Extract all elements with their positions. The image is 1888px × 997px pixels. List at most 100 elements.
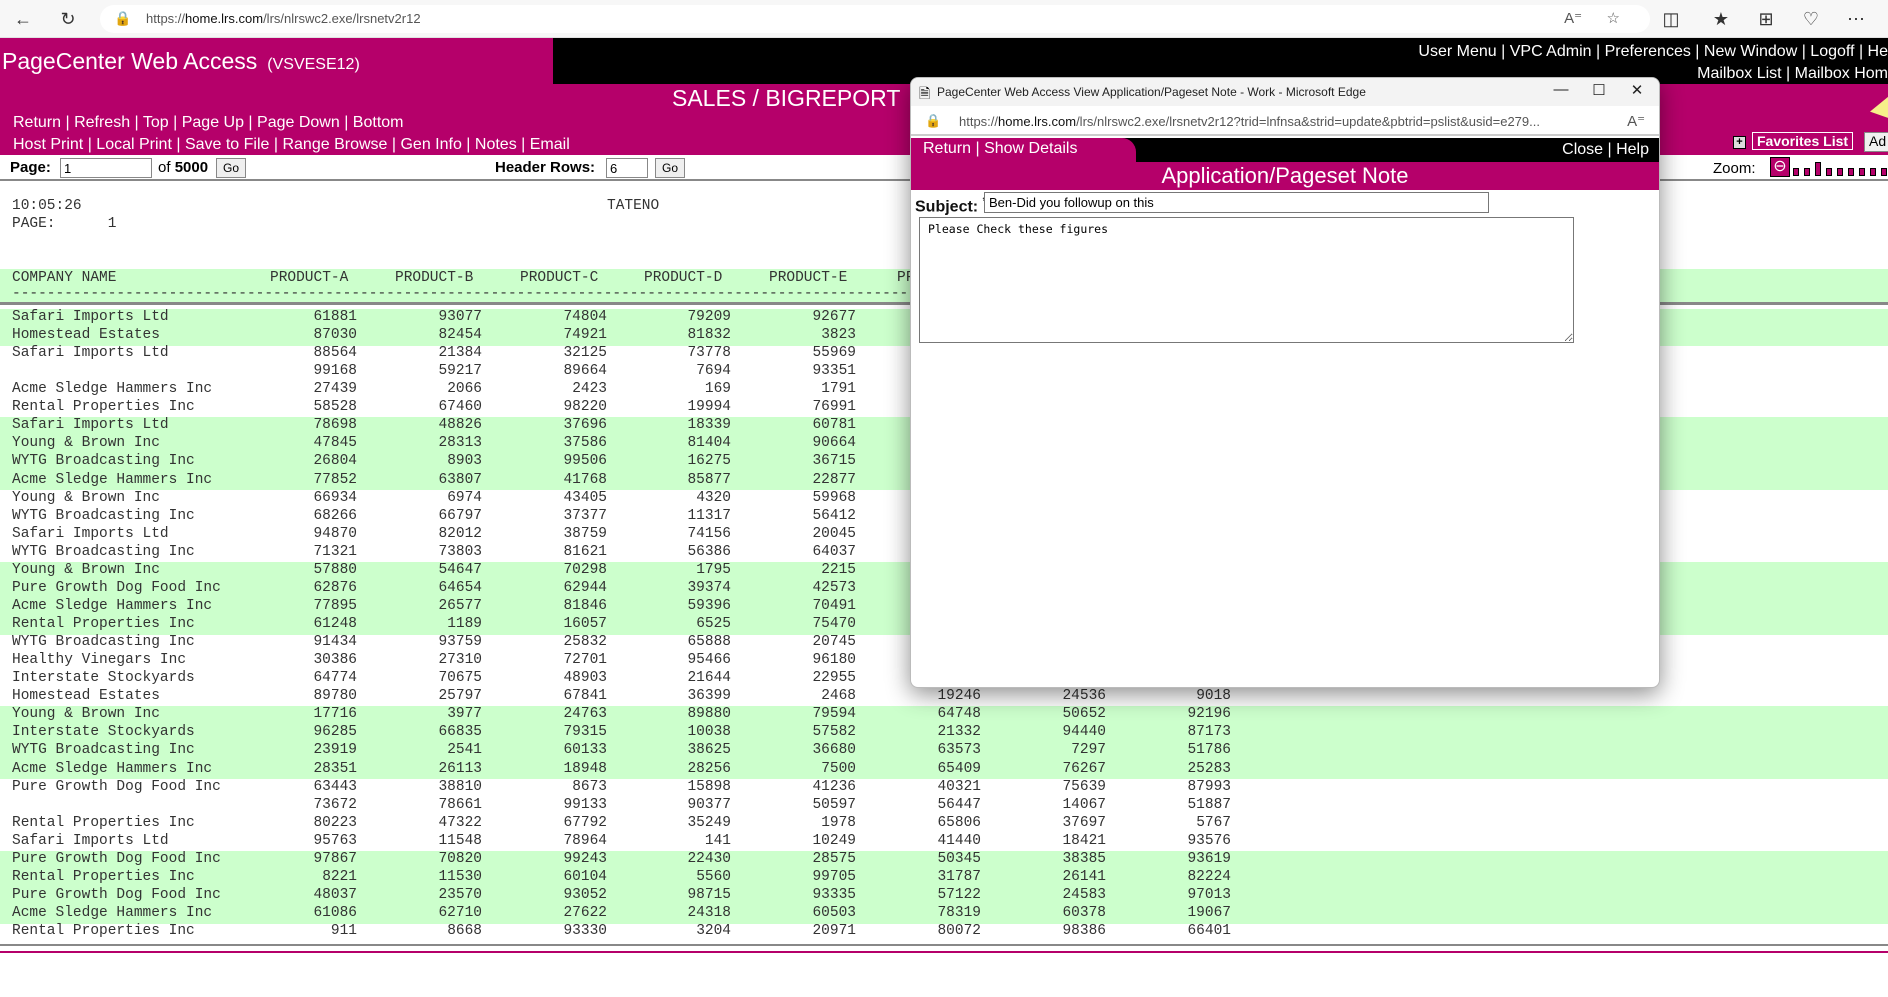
- top-link-user-menu[interactable]: User Menu: [1418, 43, 1496, 60]
- value-cell: 93759: [438, 634, 482, 651]
- help-link[interactable]: Help: [1616, 141, 1649, 158]
- show-details-link[interactable]: Show Details: [984, 140, 1077, 157]
- add-button[interactable]: Ad: [1864, 132, 1888, 152]
- top-link-vpc-admin[interactable]: VPC Admin: [1510, 43, 1592, 60]
- lock-icon[interactable]: 🔒: [925, 113, 941, 129]
- browser-essentials-icon[interactable]: ♡: [1800, 8, 1822, 30]
- zoom-level-bar[interactable]: [1881, 168, 1887, 176]
- value-cell: 51887: [1187, 796, 1231, 813]
- value-cell: 62876: [313, 579, 357, 596]
- value-cell: 3823: [821, 327, 856, 344]
- zoom-level-bar[interactable]: [1848, 168, 1854, 176]
- split-screen-icon[interactable]: ◫: [1660, 8, 1682, 30]
- more-icon[interactable]: ⋯: [1845, 8, 1867, 30]
- page-input[interactable]: [60, 158, 152, 178]
- value-cell: 78964: [563, 832, 607, 849]
- top-link-preferences[interactable]: Preferences: [1605, 43, 1691, 60]
- zoom-level-bar[interactable]: [1804, 168, 1810, 176]
- page-go-button[interactable]: Go: [216, 158, 246, 178]
- zoom-level-bar[interactable]: [1870, 168, 1876, 176]
- value-cell: 25283: [1187, 760, 1231, 777]
- value-cell: 93619: [1187, 850, 1231, 867]
- value-cell: 43405: [563, 489, 607, 506]
- popup-titlebar[interactable]: 🗎 PageCenter Web Access View Application…: [911, 78, 1659, 106]
- value-cell: 38385: [1062, 850, 1106, 867]
- subject-input[interactable]: [984, 192, 1489, 213]
- value-cell: 8903: [447, 453, 482, 470]
- value-cell: 8673: [572, 778, 607, 795]
- value-cell: 17716: [313, 706, 357, 723]
- nav-link-notes[interactable]: Notes: [475, 136, 517, 153]
- value-cell: 80223: [313, 814, 357, 831]
- value-cell: 19067: [1187, 904, 1231, 921]
- favorite-star-icon[interactable]: ☆: [1607, 9, 1620, 27]
- header-rows-go-button[interactable]: Go: [655, 158, 685, 178]
- value-cell: 66797: [438, 507, 482, 524]
- favorites-list-link[interactable]: Favorites List: [1752, 132, 1854, 150]
- value-cell: 40321: [937, 778, 981, 795]
- value-cell: 21384: [438, 345, 482, 362]
- value-cell: 19994: [687, 399, 731, 416]
- zoom-out-icon[interactable]: ⊖: [1770, 157, 1790, 177]
- nav-link-page-down[interactable]: Page Down: [257, 114, 340, 131]
- zoom-level-bar[interactable]: [1826, 168, 1832, 176]
- value-cell: 60503: [812, 904, 856, 921]
- nav-link-host-print[interactable]: Host Print: [13, 136, 83, 153]
- nav-link-local-print[interactable]: Local Print: [96, 136, 172, 153]
- favorites-list[interactable]: + Favorites List: [1733, 132, 1854, 150]
- close-link[interactable]: Close: [1562, 141, 1603, 158]
- read-aloud-icon[interactable]: A⁼: [1627, 112, 1645, 130]
- collections-icon[interactable]: ⊞: [1755, 8, 1777, 30]
- address-bar[interactable]: 🔒 https://home.lrs.com/lrs/nlrswc2.exe/l…: [100, 5, 1650, 33]
- header-rows-input[interactable]: [606, 158, 648, 178]
- zoom-level-bar[interactable]: [1859, 168, 1865, 176]
- nav-link-return[interactable]: Return: [13, 114, 61, 131]
- popup-url[interactable]: https://home.lrs.com/lrs/nlrswc2.exe/lrs…: [959, 114, 1540, 129]
- table-row: 73672 78661 99133 90377 50597 56447 14067 51887: [0, 797, 1888, 815]
- maximize-icon[interactable]: ☐: [1584, 81, 1614, 99]
- value-cell: 85877: [687, 471, 731, 488]
- nav-link-range-browse[interactable]: Range Browse: [282, 136, 387, 153]
- zoom-level-bar[interactable]: [1815, 162, 1821, 176]
- nav-link-page-up[interactable]: Page Up: [182, 114, 244, 131]
- value-cell: 20971: [812, 923, 856, 940]
- close-window-icon[interactable]: ✕: [1622, 81, 1652, 99]
- nav-link-gen-info[interactable]: Gen Info: [400, 136, 461, 153]
- refresh-icon[interactable]: ↻: [57, 8, 79, 30]
- read-aloud-icon[interactable]: A⁼: [1564, 9, 1582, 27]
- nav-link-bottom[interactable]: Bottom: [353, 114, 404, 131]
- address-url[interactable]: https://home.lrs.com/lrs/nlrswc2.exe/lrs…: [146, 11, 421, 26]
- minimize-icon[interactable]: —: [1546, 81, 1576, 98]
- nav-link-top[interactable]: Top: [143, 114, 169, 131]
- expand-icon[interactable]: +: [1733, 135, 1746, 149]
- zoom-level-bar[interactable]: [1837, 168, 1843, 176]
- value-cell: 22877: [812, 471, 856, 488]
- nav-link-refresh[interactable]: Refresh: [74, 114, 130, 131]
- value-cell: 2215: [821, 561, 856, 578]
- popup-return-link[interactable]: Return: [923, 140, 971, 157]
- value-cell: 62944: [563, 579, 607, 596]
- nav-link-email[interactable]: Email: [530, 136, 570, 153]
- top-link-mailbox-hom[interactable]: Mailbox Hom: [1795, 65, 1888, 82]
- value-cell: 64774: [313, 670, 357, 687]
- table-row: Acme Sledge Hammers Inc 61086 62710 27622 24…: [0, 905, 1888, 923]
- note-popup-window: 🗎 PageCenter Web Access View Application…: [910, 77, 1660, 688]
- favorites-icon[interactable]: ★: [1710, 8, 1732, 30]
- value-cell: 94440: [1062, 724, 1106, 741]
- top-link-mailbox-list[interactable]: Mailbox List: [1697, 65, 1781, 82]
- lock-icon[interactable]: 🔒: [114, 10, 131, 27]
- company-name-cell: WYTG Broadcasting Inc: [12, 543, 195, 560]
- popup-address-bar[interactable]: 🔒 https://home.lrs.com/lrs/nlrswc2.exe/l…: [911, 106, 1659, 136]
- value-cell: 26141: [1062, 868, 1106, 885]
- top-link-new-window[interactable]: New Window: [1704, 43, 1797, 60]
- top-link-logoff[interactable]: Logoff: [1810, 43, 1854, 60]
- note-body-textarea[interactable]: Please Check these figures: [919, 217, 1574, 343]
- value-cell: 37377: [563, 507, 607, 524]
- back-icon[interactable]: ←: [12, 8, 34, 30]
- company-name-cell: Interstate Stockyards: [12, 724, 195, 741]
- zoom-level-bar[interactable]: [1793, 168, 1799, 176]
- value-cell: 28575: [812, 850, 856, 867]
- nav-link-save-to-file[interactable]: Save to File: [185, 136, 269, 153]
- top-link-he[interactable]: He: [1868, 43, 1888, 60]
- company-name-cell: Interstate Stockyards: [12, 670, 195, 687]
